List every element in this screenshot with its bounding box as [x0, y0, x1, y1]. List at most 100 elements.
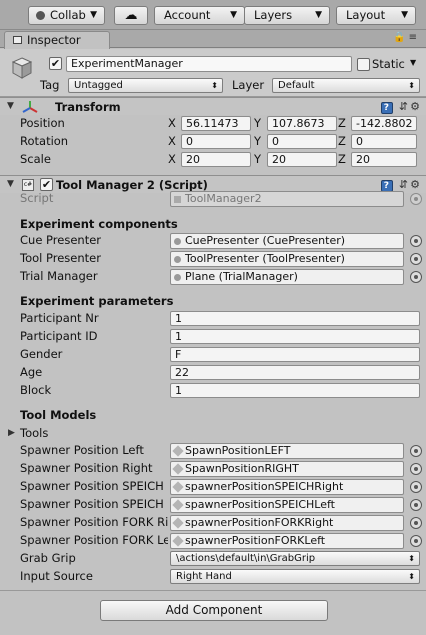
- input-source-dropdown[interactable]: Right Hand ⬍: [170, 569, 420, 584]
- chevron-down-icon: ▼: [401, 10, 408, 20]
- rotation-y-input[interactable]: 0: [267, 134, 337, 149]
- rotation-z-input[interactable]: 0: [351, 134, 417, 149]
- preset-icon[interactable]: ⇵: [399, 100, 410, 113]
- static-dropdown-icon[interactable]: ▼: [410, 58, 416, 67]
- param-input[interactable]: 22: [170, 365, 420, 380]
- scale-y-input[interactable]: 20: [267, 152, 337, 167]
- grab-grip-dropdown[interactable]: \actions\default\in\GrabGrip ⬍: [170, 551, 420, 566]
- param-label: Age: [20, 365, 43, 379]
- object-picker-icon[interactable]: [410, 463, 422, 475]
- object-picker-icon[interactable]: [410, 445, 422, 457]
- transform-object-field[interactable]: spawnerPositionSPEICHLeft: [170, 497, 404, 513]
- fold-right-icon[interactable]: ▶: [8, 428, 15, 438]
- gear-icon[interactable]: ⚙: [410, 100, 422, 113]
- transform-object-icon: [172, 499, 184, 511]
- tab-tools: 🔒≡: [393, 32, 420, 43]
- axis-z-label: Z: [338, 116, 346, 130]
- active-checkbox[interactable]: ✔: [49, 57, 62, 70]
- spawner-value: spawnerPositionFORKLeft: [185, 534, 326, 547]
- object-picker-icon[interactable]: [410, 253, 422, 265]
- scale-x-input[interactable]: 20: [181, 152, 251, 167]
- account-button[interactable]: Account ▼: [154, 6, 245, 25]
- param-input[interactable]: 1: [170, 311, 420, 326]
- transform-row-label: Scale: [20, 152, 51, 166]
- transform-object-field[interactable]: spawnerPositionFORKRight: [170, 515, 404, 531]
- static-checkbox[interactable]: [357, 58, 370, 71]
- object-name-input[interactable]: ExperimentManager: [66, 56, 352, 72]
- object-field[interactable]: CuePresenter (CuePresenter): [170, 233, 404, 249]
- tab-row: Inspector 🔒≡: [0, 30, 426, 49]
- grab-grip-value: \actions\default\in\GrabGrip: [176, 553, 316, 564]
- object-picker-icon[interactable]: [410, 535, 422, 547]
- scale-z-input[interactable]: 20: [351, 152, 417, 167]
- chevron-down-icon: ▼: [315, 10, 322, 20]
- tag-label: Tag: [40, 78, 60, 92]
- spawner-value: spawnerPositionFORKRight: [185, 516, 334, 529]
- param-input[interactable]: 1: [170, 329, 420, 344]
- preset-icon[interactable]: ⇵: [399, 178, 410, 191]
- object-picker-icon[interactable]: [410, 499, 422, 511]
- layout-button[interactable]: Layout ▼: [336, 6, 416, 25]
- transform-object-icon: [172, 463, 184, 475]
- transform-axes-icon: [22, 100, 38, 114]
- transform-object-field[interactable]: spawnerPositionFORKLeft: [170, 533, 404, 549]
- component-label: Tool Presenter: [20, 251, 101, 265]
- axis-x-label: X: [168, 152, 176, 166]
- add-component-button[interactable]: Add Component: [100, 600, 328, 621]
- layer-label: Layer: [232, 78, 265, 92]
- collab-button[interactable]: Collab ▼: [28, 6, 105, 25]
- top-toolbar: Collab ▼ ☁ Account ▼ Layers ▼ Layout ▼: [0, 0, 426, 30]
- grab-grip-label: Grab Grip: [20, 551, 76, 565]
- collab-dot-icon: [36, 11, 45, 20]
- script-label: Script: [20, 191, 54, 205]
- spawner-label: Spawner Position FORK Ri: [20, 515, 168, 529]
- script-file-icon: [174, 196, 181, 203]
- chevron-down-icon: ⬍: [408, 81, 415, 90]
- transform-object-icon: [172, 517, 184, 529]
- transform-header[interactable]: ▼ Transform ? ⇵⚙: [0, 97, 426, 115]
- input-source-label: Input Source: [20, 569, 93, 583]
- param-input[interactable]: 1: [170, 383, 420, 398]
- param-label: Block: [20, 383, 52, 397]
- object-picker-icon[interactable]: [410, 271, 422, 283]
- param-label: Gender: [20, 347, 63, 361]
- script-file-icon: c#: [22, 179, 34, 191]
- help-icon[interactable]: ?: [381, 102, 394, 114]
- rotation-x-input[interactable]: 0: [181, 134, 251, 149]
- gameobject-header: ✔ ExperimentManager Static ▼ Tag Untagge…: [0, 49, 426, 97]
- tag-dropdown[interactable]: Untagged ⬍: [68, 78, 223, 93]
- transform-object-icon: [172, 481, 184, 493]
- object-field[interactable]: Plane (TrialManager): [170, 269, 404, 285]
- params-header: Experiment parameters: [20, 294, 174, 308]
- tools-foldout[interactable]: Tools: [20, 426, 48, 440]
- fold-down-icon[interactable]: ▼: [7, 101, 14, 111]
- param-input[interactable]: F: [170, 347, 420, 362]
- components-header: Experiment components: [20, 217, 178, 231]
- transform-object-field[interactable]: SpawnPositionLEFT: [170, 443, 404, 459]
- position-y-input[interactable]: 107.8673: [267, 116, 337, 131]
- object-picker-icon[interactable]: [410, 517, 422, 529]
- spawner-value: spawnerPositionSPEICHLeft: [185, 498, 335, 511]
- lock-icon[interactable]: 🔒: [393, 32, 408, 43]
- tab-label: Inspector: [27, 33, 81, 47]
- spawner-value: SpawnPositionLEFT: [185, 444, 291, 457]
- transform-object-field[interactable]: SpawnPositionRIGHT: [170, 461, 404, 477]
- transform-row-label: Rotation: [20, 134, 69, 148]
- gear-icon[interactable]: ⚙: [410, 178, 422, 191]
- object-picker-icon[interactable]: [410, 481, 422, 493]
- layer-dropdown[interactable]: Default ⬍: [272, 78, 420, 93]
- object-picker-icon[interactable]: [410, 235, 422, 247]
- menu-icon[interactable]: ≡: [409, 32, 420, 43]
- component-label: Trial Manager: [20, 269, 98, 283]
- layers-button[interactable]: Layers ▼: [244, 6, 330, 25]
- cloud-button[interactable]: ☁: [114, 6, 148, 25]
- object-field[interactable]: ToolPresenter (ToolPresenter): [170, 251, 404, 267]
- spawner-value: SpawnPositionRIGHT: [185, 462, 299, 475]
- tab-inspector[interactable]: Inspector: [4, 31, 110, 49]
- transform-object-field[interactable]: spawnerPositionSPEICHRight: [170, 479, 404, 495]
- fold-down-icon[interactable]: ▼: [7, 179, 14, 189]
- chevron-down-icon: ⬍: [211, 81, 218, 90]
- position-x-input[interactable]: 56.11473: [181, 116, 251, 131]
- script-enabled-checkbox[interactable]: ✔: [40, 178, 53, 191]
- position-z-input[interactable]: -142.8802: [351, 116, 417, 131]
